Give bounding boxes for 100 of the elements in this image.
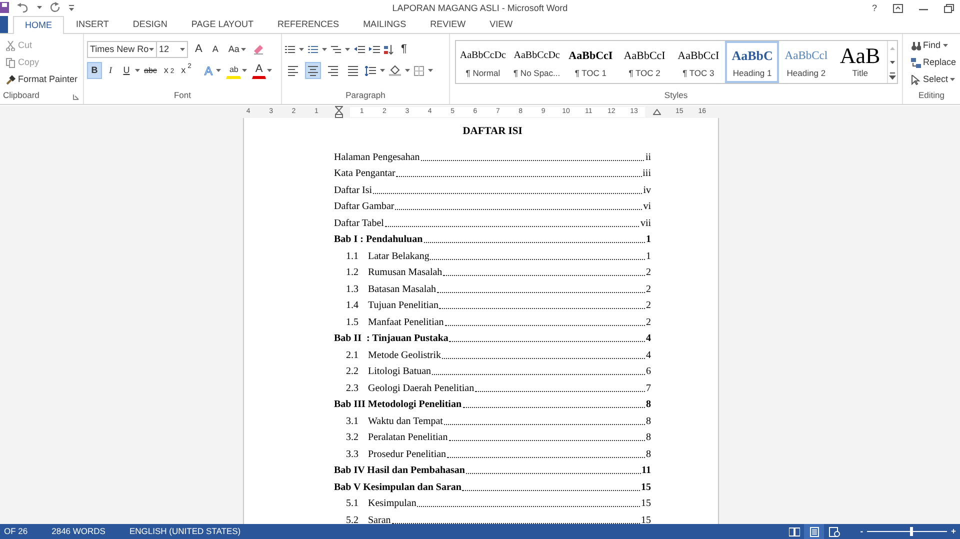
page-number: 15: [641, 497, 651, 510]
find-button[interactable]: Find: [908, 37, 951, 54]
toc-entry: Metode Geolistrik: [368, 348, 442, 362]
ribbon-options-icon[interactable]: [893, 4, 903, 14]
caret-icon: [428, 69, 433, 72]
bullets-icon[interactable]: [285, 45, 295, 54]
grow-font-button[interactable]: A: [192, 41, 206, 58]
section-number: 1.4: [346, 299, 360, 312]
caret-icon: [241, 48, 246, 51]
show-marks-button[interactable]: ¶: [398, 41, 410, 58]
page-count[interactable]: OF 26: [4, 525, 28, 538]
numbering-icon[interactable]: [308, 45, 318, 54]
section-number: 3.1: [346, 414, 360, 428]
toc-entry: Bab I : Pendahuluan: [334, 233, 423, 246]
page-number: iv: [643, 184, 651, 196]
painter-button[interactable]: Format Painter: [3, 71, 80, 88]
section-number: 1.2: [346, 266, 360, 279]
group-label: Editing: [918, 89, 946, 102]
ribbon-tab[interactable]: MAILINGS: [351, 15, 418, 33]
help-button[interactable]: ?: [872, 2, 877, 16]
page-number: vii: [640, 216, 651, 230]
increase-indent-icon[interactable]: [369, 45, 380, 54]
web-layout-icon: [828, 526, 840, 536]
select-button[interactable]: Select: [908, 71, 958, 88]
page-number: iii: [642, 167, 651, 180]
ribbon-tab[interactable]: REFERENCES: [266, 15, 352, 33]
toc-entry: Kata Pengantar: [334, 167, 396, 180]
sup-button[interactable]: x$^{2}$: [178, 62, 194, 79]
align-center-button[interactable]: [305, 62, 321, 79]
word-count[interactable]: 2846 WORDS: [52, 525, 106, 538]
style-option[interactable]: AaBbCcDc ¶ Normal: [456, 41, 510, 83]
ribbon-tab[interactable]: INSERT: [64, 15, 121, 33]
customize-icon[interactable]: [69, 4, 74, 10]
decrease-indent-icon[interactable]: [354, 45, 365, 54]
highlight-button[interactable]: ab: [226, 62, 242, 79]
font-color-button[interactable]: A: [252, 62, 266, 79]
undo-icon[interactable]: [17, 2, 29, 12]
indent-marker-icon[interactable]: [335, 106, 344, 118]
strike-button[interactable]: abc: [141, 62, 160, 79]
binoculars-icon: [911, 40, 921, 50]
page-number: 1: [646, 250, 651, 262]
section-number: 2.2: [346, 365, 360, 378]
group-label: Styles: [663, 89, 689, 102]
toc-entry: Bab III Metodologi Penelitian: [334, 398, 462, 411]
indent-marker-icon[interactable]: [652, 109, 661, 115]
section-number: 2.3: [346, 382, 360, 394]
book-icon: [788, 526, 800, 536]
style-option[interactable]: AaBbCcDc ¶ No Spac...: [510, 41, 564, 83]
page-number: 11: [642, 464, 651, 477]
borders-icon[interactable]: [414, 66, 424, 76]
ribbon-tab[interactable]: REVIEW: [418, 15, 478, 33]
slider-thumb[interactable]: [910, 527, 914, 536]
replace-icon: [911, 58, 921, 68]
page-number: 2: [646, 282, 651, 296]
toc-entry: Peralatan Penelitian: [368, 431, 448, 444]
page-number: vi: [643, 200, 651, 213]
section-number: 3.3: [346, 448, 360, 460]
replace-button[interactable]: Replace: [908, 54, 960, 71]
sort-icon[interactable]: [384, 44, 394, 54]
page-number: 8: [646, 448, 651, 460]
section-number: 1.1: [346, 250, 360, 262]
section-number: 5.2: [346, 514, 360, 526]
section-number: 2.1: [346, 348, 360, 362]
sub-button[interactable]: x$_{2}$: [160, 62, 178, 79]
font-size-field[interactable]: 12: [156, 41, 188, 58]
redo-icon[interactable]: [50, 2, 61, 13]
italic-button[interactable]: I: [103, 62, 118, 79]
toc-entry: Kesimpulan: [368, 497, 416, 510]
zoom-in-button[interactable]: +: [951, 525, 956, 538]
shading-icon[interactable]: [389, 65, 401, 76]
restore-icon[interactable]: [944, 4, 954, 14]
copy-icon: [6, 58, 16, 68]
change-case-button[interactable]: Aa: [225, 41, 250, 58]
font-name-field[interactable]: Times New Ro: [87, 41, 157, 58]
ribbon-tab[interactable]: HOME: [13, 16, 64, 34]
eraser-icon[interactable]: [253, 44, 264, 55]
save-icon[interactable]: [0, 2, 9, 13]
style-option[interactable]: AaBbCcI ¶ TOC 2: [618, 41, 672, 83]
ribbon-tab[interactable]: DESIGN: [120, 15, 180, 33]
page-number: 15: [641, 514, 651, 526]
style-option[interactable]: AaBbCcI ¶ TOC 1: [564, 41, 618, 83]
multilevel-list-icon[interactable]: [331, 45, 341, 54]
style-option[interactable]: AaB Title: [833, 41, 887, 83]
toc-entry: Daftar Isi: [334, 184, 372, 196]
dialog-launcher-icon[interactable]: [73, 94, 79, 100]
line-spacing-icon[interactable]: [365, 66, 376, 76]
ribbon-tab[interactable]: VIEW: [478, 15, 525, 33]
document-heading: DAFTAR ISI: [462, 125, 524, 139]
style-option[interactable]: AaBbC Heading 1: [725, 41, 780, 83]
style-option[interactable]: AaBbCcI ¶ TOC 3: [672, 41, 726, 83]
scissors-icon: [6, 40, 16, 50]
bold-button[interactable]: B: [87, 62, 102, 79]
shrink-font-button[interactable]: A: [209, 41, 222, 58]
ribbon-tab[interactable]: PAGE LAYOUT: [179, 15, 266, 33]
language-status[interactable]: ENGLISH (UNITED STATES): [129, 525, 241, 538]
zoom-out-button[interactable]: -: [860, 525, 864, 538]
style-option[interactable]: AaBbCcl Heading 2: [779, 41, 834, 83]
view-button[interactable]: [804, 524, 824, 539]
toc-entry: Geologi Daerah Penelitian: [368, 382, 474, 394]
underline-button[interactable]: U: [119, 62, 134, 79]
